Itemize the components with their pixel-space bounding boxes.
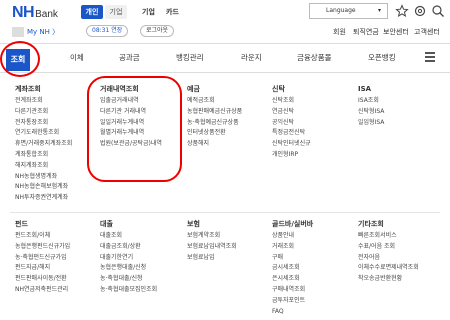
section-title: 골드바/실버바 xyxy=(272,220,314,228)
segment-corporate[interactable]: 기업 xyxy=(105,5,127,19)
user-link[interactable]: My NH 〉 xyxy=(12,26,59,38)
user-avatar xyxy=(12,27,24,37)
menu-item[interactable]: 농·축협대출모집인조회 xyxy=(100,285,157,296)
section-title: 대출 xyxy=(100,220,113,228)
menu-item[interactable]: NH투자증권연계계좌 xyxy=(15,193,72,204)
section-deposit: 예금 예적금조회 농협판매예금신규상품 농·축협예금신규상품 인터넷상품전환 상… xyxy=(187,84,242,150)
segment-personal[interactable]: 개인 xyxy=(81,5,103,19)
menu-item[interactable]: 대출조회 xyxy=(100,231,157,242)
menu-item[interactable]: 보험계약조회 xyxy=(187,231,237,242)
menu-item[interactable]: 빠른조회서비스 xyxy=(358,231,419,242)
menu-item[interactable]: NH연금저축펀드관리 xyxy=(15,285,70,296)
menu-item[interactable]: 상품안내 xyxy=(272,231,313,242)
menu-icon[interactable] xyxy=(425,52,435,64)
menu-item[interactable]: 농·축협대출/신청 xyxy=(100,274,157,285)
menu-item[interactable]: 상품해지 xyxy=(187,139,242,150)
menu-item[interactable]: 신탁형ISA xyxy=(358,107,384,118)
menu-item[interactable]: 전자통장조회 xyxy=(15,118,72,129)
menu-item[interactable]: 해지계좌조회 xyxy=(15,161,72,172)
menu-item[interactable]: 구매 xyxy=(272,253,313,264)
menu-item[interactable]: 보험료납입 xyxy=(187,253,237,264)
link-customer[interactable]: 고객센터 xyxy=(414,26,440,38)
menu-item[interactable]: FAQ xyxy=(272,307,313,318)
menu-item[interactable]: 이체수수료면제내역조회 xyxy=(358,263,419,274)
nav-card[interactable]: 카드 xyxy=(166,5,179,19)
menu-item[interactable]: 일임형ISA xyxy=(358,118,384,129)
section-title: 펀드 xyxy=(15,220,28,228)
menu-item[interactable]: 계좌통합조회 xyxy=(15,150,72,161)
menu-item[interactable]: NH농협손해보험계좌 xyxy=(15,182,72,193)
section-title: 계좌조회 xyxy=(15,85,41,93)
highlight-circle xyxy=(0,41,40,77)
settings-icon[interactable] xyxy=(413,4,427,18)
menu-item[interactable]: 구매내역조회 xyxy=(272,285,313,296)
section-title: 신탁 xyxy=(272,85,285,93)
menu-item[interactable]: 대출기한연기 xyxy=(100,253,157,264)
highlight-circle xyxy=(87,76,182,182)
menu-item[interactable]: 농협은행대출/신청 xyxy=(100,263,157,274)
menu-item[interactable]: 보험료납입내역조회 xyxy=(187,242,237,253)
language-select[interactable]: Language ▾ xyxy=(309,3,388,19)
tab-utility[interactable]: 공과금 xyxy=(119,52,140,64)
menu-item[interactable]: 펀드조회/이체 xyxy=(15,231,70,242)
link-member[interactable]: 회원 xyxy=(333,26,346,38)
menu-item[interactable]: 특정금전신탁 xyxy=(272,128,311,139)
tab-products[interactable]: 금융상품몰 xyxy=(297,52,332,64)
section-gold: 골드바/실버바 상품안내 거래조회 구매 금시세조회 은시세조회 구매내역조회 … xyxy=(272,219,313,317)
menu-item[interactable]: 대출금조회/상환 xyxy=(100,242,157,253)
tab-lounge[interactable]: 라운지 xyxy=(241,52,262,64)
menu-item[interactable]: 착오송금반환현황 xyxy=(358,274,419,285)
nh-bank-logo[interactable]: NHBank xyxy=(12,4,58,24)
tab-openbanking[interactable]: 오픈뱅킹 xyxy=(368,52,396,64)
menu-item[interactable]: 농협판매예금신규상품 xyxy=(187,107,242,118)
section-isa: ISA ISA조회 신탁형ISA 일임형ISA xyxy=(358,84,384,128)
tab-transfer[interactable]: 이체 xyxy=(70,52,84,64)
menu-item[interactable]: 공익신탁 xyxy=(272,118,311,129)
section-account: 계좌조회 전계좌조회 다른기관조회 전자통장조회 연기도래한통조회 휴면/거래중… xyxy=(15,84,72,204)
menu-item[interactable]: 인터넷상품전환 xyxy=(187,128,242,139)
logout-button[interactable]: 로그아웃 xyxy=(140,25,175,37)
menu-item[interactable]: 신탁조회 xyxy=(272,96,311,107)
menu-item[interactable]: 예적금조회 xyxy=(187,96,242,107)
menu-item[interactable]: 신탁인터넷신규 xyxy=(272,139,311,150)
nav-corporate[interactable]: 기업 xyxy=(142,5,155,19)
star-icon[interactable] xyxy=(395,4,409,18)
tab-banking[interactable]: 뱅킹관리 xyxy=(176,52,204,64)
menu-item[interactable]: 금투자포인트 xyxy=(272,296,313,307)
menu-item[interactable]: 연금신탁 xyxy=(272,107,311,118)
menu-item[interactable]: 농·축협예금신규상품 xyxy=(187,118,242,129)
search-icon[interactable] xyxy=(431,4,445,18)
section-title: ISA xyxy=(358,85,372,93)
section-insurance: 보험 보험계약조회 보험료납입내역조회 보험료납입 xyxy=(187,219,237,263)
menu-item[interactable]: NH농협생명계좌 xyxy=(15,172,72,183)
menu-item[interactable]: 휴면/거래중지계좌조회 xyxy=(15,139,72,150)
session-time[interactable]: 08:31 연장 xyxy=(86,25,129,37)
section-title: 예금 xyxy=(187,85,200,93)
menu-item[interactable]: 농·축협펀드신규가입 xyxy=(15,253,70,264)
menu-item[interactable]: 거래조회 xyxy=(272,242,313,253)
section-fund: 펀드 펀드조회/이체 농협은행펀드신규가입 농·축협펀드신규가입 펀드지급/해지… xyxy=(15,219,70,296)
menu-item[interactable]: 은시세조회 xyxy=(272,274,313,285)
link-security[interactable]: 보안센터 xyxy=(383,26,409,38)
section-other: 기타조회 빠른조회서비스 수표/어음 조회 전자어음 이체수수료면제내역조회 착… xyxy=(358,219,419,285)
section-trust: 신탁 신탁조회 연금신탁 공익신탁 특정금전신탁 신탁인터넷신규 개인형IRP xyxy=(272,84,311,161)
menu-item[interactable]: 전계좌조회 xyxy=(15,96,72,107)
menu-item[interactable]: 다른기관조회 xyxy=(15,107,72,118)
menu-item[interactable]: 개인형IRP xyxy=(272,150,311,161)
menu-item[interactable]: 연기도래한통조회 xyxy=(15,128,72,139)
menu-item[interactable]: ISA조회 xyxy=(358,96,384,107)
section-title: 기타조회 xyxy=(358,220,384,228)
section-loan: 대출 대출조회 대출금조회/상환 대출기한연기 농협은행대출/신청 농·축협대출… xyxy=(100,219,157,296)
menu-item[interactable]: 펀드판매사이동/전환 xyxy=(15,274,70,285)
menu-item[interactable]: 농협은행펀드신규가입 xyxy=(15,242,70,253)
menu-item[interactable]: 전자어음 xyxy=(358,253,419,264)
menu-item[interactable]: 수표/어음 조회 xyxy=(358,242,419,253)
divider xyxy=(10,212,440,213)
chevron-down-icon: ▾ xyxy=(377,7,381,14)
menu-item[interactable]: 금시세조회 xyxy=(272,263,313,274)
section-title: 보험 xyxy=(187,220,200,228)
link-retirement[interactable]: 퇴직연금 xyxy=(353,26,379,38)
menu-item[interactable]: 펀드지급/해지 xyxy=(15,263,70,274)
